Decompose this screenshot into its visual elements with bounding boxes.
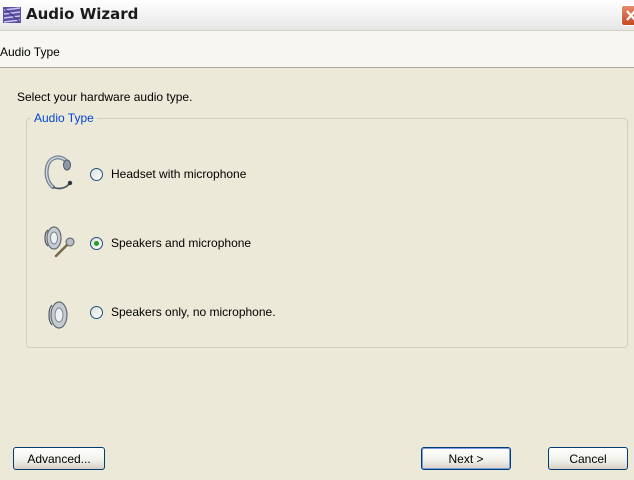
title-bar: Audio Wizard — [0, 0, 634, 31]
instruction-text: Select your hardware audio type. — [17, 90, 193, 104]
headset-icon — [42, 154, 76, 195]
app-icon — [2, 5, 22, 25]
speaker-microphone-icon — [42, 223, 82, 266]
headset-option-label[interactable]: Headset with microphone — [111, 167, 246, 181]
speakers-microphone-option-label[interactable]: Speakers and microphone — [111, 236, 251, 250]
speakers-only-option-label[interactable]: Speakers only, no microphone. — [111, 305, 276, 319]
headset-radio[interactable] — [90, 168, 103, 181]
next-button[interactable]: Next > — [421, 447, 511, 470]
speakers-only-radio[interactable] — [90, 306, 103, 319]
advanced-button[interactable]: Advanced... — [13, 447, 105, 470]
wizard-header: Audio Type — [0, 31, 634, 68]
close-icon — [626, 10, 634, 21]
cancel-button[interactable]: Cancel — [548, 447, 628, 470]
window-title: Audio Wizard — [26, 5, 139, 23]
speaker-icon — [46, 300, 72, 333]
speakers-microphone-radio[interactable] — [90, 237, 103, 250]
close-button[interactable] — [621, 5, 634, 26]
group-legend: Audio Type — [31, 111, 97, 125]
page-title: Audio Type — [0, 45, 60, 59]
